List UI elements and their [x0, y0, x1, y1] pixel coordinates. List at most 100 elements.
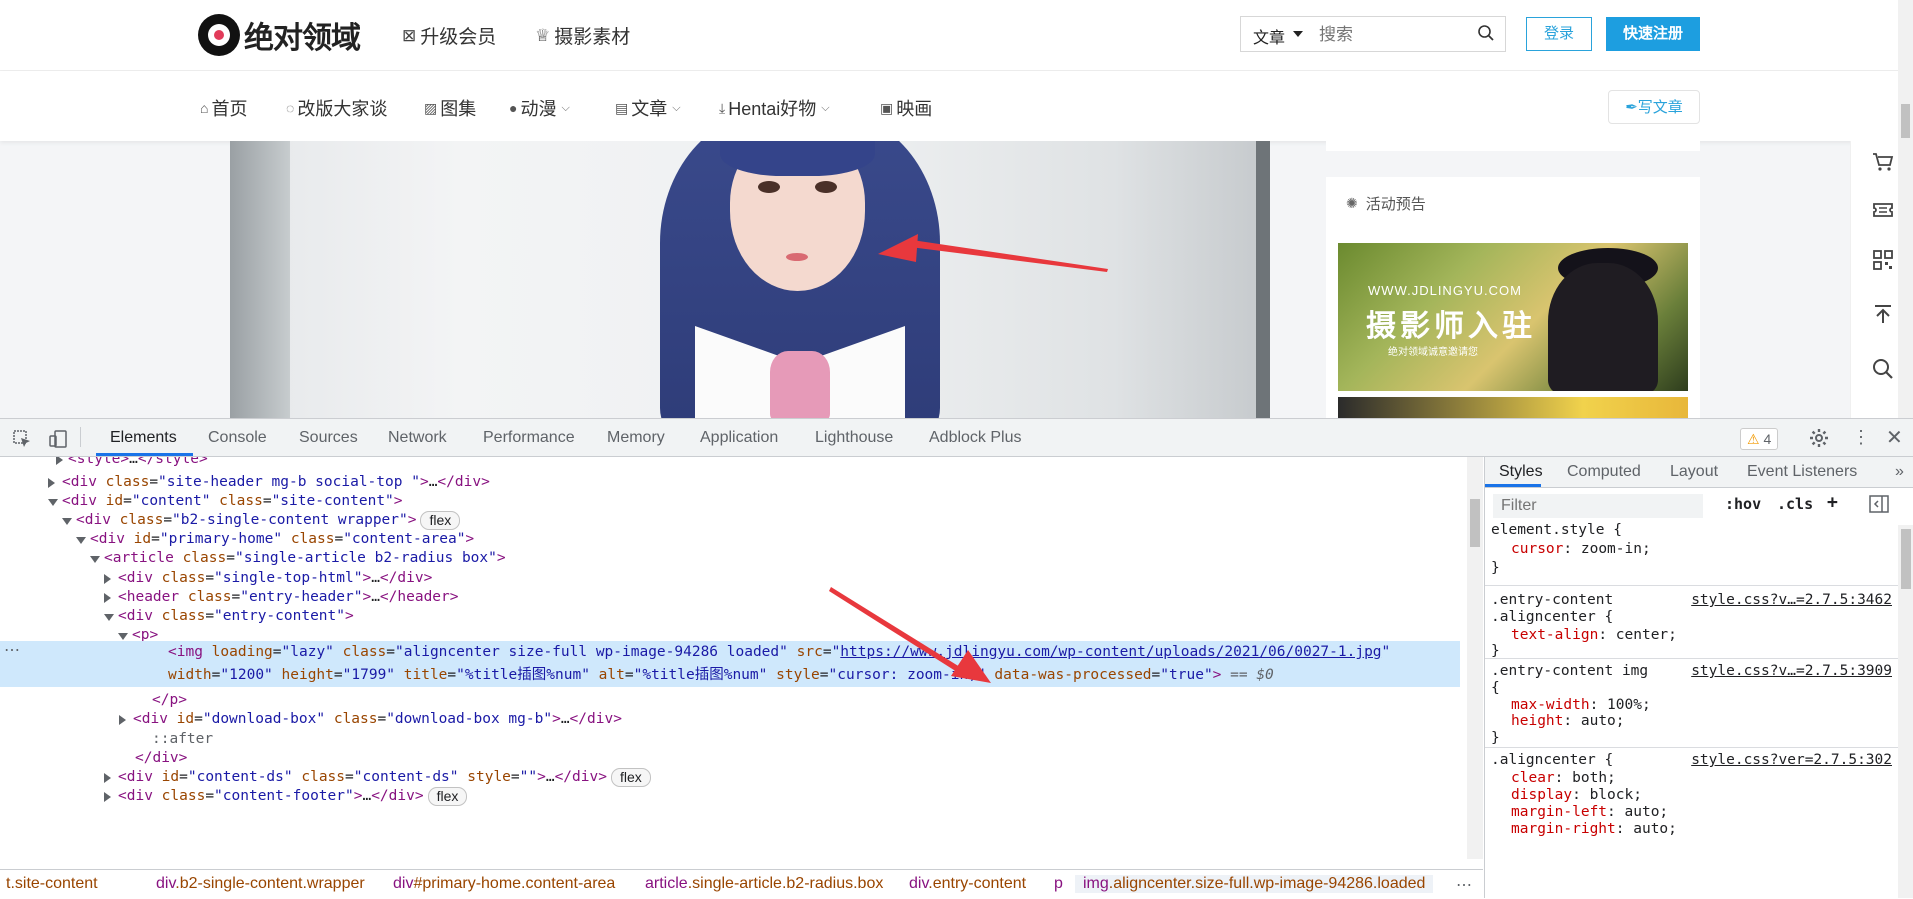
nav-item-hentai-goods[interactable]: ⤓ Hentai好物 ⌵	[719, 95, 830, 121]
search-input[interactable]	[1317, 22, 1471, 48]
style-rule-aligncenter[interactable]: .entry-content style.css?v…=2.7.5:3462 .…	[1485, 586, 1898, 659]
dom-node-style[interactable]: <style>…</style>	[0, 457, 1467, 471]
search-icon[interactable]	[1871, 357, 1895, 381]
cart-icon[interactable]	[1871, 150, 1895, 174]
dom-node[interactable]: <div class="content-footer">…</div> flex	[0, 785, 1460, 808]
expand-triangle-icon[interactable]	[104, 792, 111, 802]
tab-sources[interactable]: Sources	[299, 429, 358, 447]
dom-node-selected-img[interactable]: <img loading="lazy" class="aligncenter s…	[0, 641, 1460, 687]
expand-triangle-icon[interactable]	[104, 574, 111, 584]
tab-styles[interactable]: Styles	[1499, 463, 1543, 481]
nav-item-film[interactable]: ▣ 映画	[880, 95, 932, 121]
style-rule-element[interactable]: element.style { cursor: zoom-in; }	[1485, 517, 1898, 586]
more-options-icon[interactable]: ⋮	[1852, 427, 1870, 448]
tab-performance[interactable]: Performance	[483, 429, 575, 447]
expand-triangle-icon[interactable]	[48, 499, 58, 506]
photo-eye	[815, 181, 837, 193]
breadcrumb-item[interactable]: t.site-content	[6, 875, 98, 893]
rule-source-link[interactable]: style.css?v…=2.7.5:3909	[1691, 662, 1892, 681]
back-to-top-icon[interactable]	[1871, 302, 1895, 326]
style-rule-aligncenter-global[interactable]: .aligncenter { style.css?ver=2.7.5:302 c…	[1485, 748, 1898, 898]
tab-computed[interactable]: Computed	[1567, 463, 1641, 481]
breadcrumb-item[interactable]: div.entry-content	[909, 875, 1026, 893]
tab-console[interactable]: Console	[208, 429, 267, 447]
rule-selector: .aligncenter {	[1491, 752, 1614, 768]
expand-triangle-icon[interactable]	[119, 715, 126, 725]
photographer-promo-banner[interactable]: WWW.JDLINGYU.COM 摄影师入驻 绝对领域诚意邀请您	[1338, 243, 1688, 391]
tab-layout[interactable]: Layout	[1670, 463, 1718, 481]
tab-application[interactable]: Application	[700, 429, 778, 447]
breadcrumb-item-current[interactable]: img.aligncenter.size-full.wp-image-94286…	[1075, 875, 1434, 893]
nav-item-feedback[interactable]: ◌ 改版大家谈	[286, 95, 387, 121]
expand-triangle-icon[interactable]	[76, 537, 86, 544]
layout-badge[interactable]: flex	[610, 767, 651, 787]
qrcode-icon[interactable]	[1871, 248, 1895, 272]
page-scrollbar[interactable]	[1898, 0, 1913, 418]
chevron-down-icon[interactable]	[1293, 31, 1303, 37]
style-rule-img[interactable]: .entry-content img style.css?v…=2.7.5:39…	[1485, 659, 1898, 748]
nav-item-gallery[interactable]: ▨ 图集	[424, 95, 476, 121]
img-src-link[interactable]: https://www.jdlingyu.com/wp-content/uplo…	[840, 644, 1381, 660]
new-rule-button[interactable]: +	[1827, 492, 1838, 513]
expand-triangle-icon[interactable]	[104, 614, 114, 621]
toggle-sidebar-icon[interactable]	[1869, 495, 1889, 518]
rule-declaration[interactable]: text-align: center;	[1511, 626, 1677, 645]
ticket-icon[interactable]	[1871, 198, 1895, 222]
rule-source-link[interactable]: style.css?ver=2.7.5:302	[1691, 751, 1892, 770]
tab-elements[interactable]: Elements	[110, 429, 177, 447]
styles-scrollbar-thumb[interactable]	[1901, 529, 1911, 589]
styles-filter-input[interactable]	[1493, 494, 1703, 518]
elements-scrollbar-thumb[interactable]	[1470, 499, 1480, 547]
tab-network[interactable]: Network	[388, 429, 447, 447]
expand-triangle-icon[interactable]	[118, 633, 128, 640]
write-article-button[interactable]: ✒写文章	[1608, 90, 1700, 124]
rule-declaration[interactable]: margin-right: auto;	[1511, 820, 1677, 839]
close-icon[interactable]: ✕	[1886, 425, 1903, 450]
expand-triangle-icon[interactable]	[48, 478, 55, 488]
rule-declaration[interactable]: cursor: zoom-in;	[1511, 540, 1651, 559]
warnings-badge[interactable]: ⚠ 4	[1740, 428, 1779, 450]
film-icon: ▣	[880, 99, 894, 116]
hov-toggle[interactable]: :hov	[1725, 495, 1761, 513]
node-actions-ellipsis[interactable]: ⋯	[4, 640, 20, 660]
elements-tree[interactable]: <style>…</style> <div class="site-header…	[0, 457, 1467, 859]
tab-memory[interactable]: Memory	[607, 429, 665, 447]
expand-triangle-icon[interactable]	[104, 773, 111, 783]
nav-item-anime[interactable]: ● 动漫 ⌵	[509, 95, 570, 121]
elements-scrollbar[interactable]	[1467, 457, 1483, 859]
breadcrumb-item[interactable]: div.b2-single-content.wrapper	[156, 875, 365, 893]
breadcrumb-overflow-icon[interactable]: ⋯	[1456, 875, 1472, 895]
styles-scrollbar[interactable]	[1898, 525, 1913, 898]
article-image[interactable]	[230, 141, 1270, 418]
expand-triangle-icon[interactable]	[62, 518, 72, 525]
search-icon[interactable]	[1477, 24, 1495, 47]
breadcrumb-item[interactable]: div#primary-home.content-area	[393, 875, 615, 893]
layout-badge[interactable]: flex	[420, 510, 461, 530]
rule-source-link[interactable]: style.css?v…=2.7.5:3462	[1691, 591, 1892, 610]
tab-lighthouse[interactable]: Lighthouse	[815, 429, 893, 447]
more-tabs-icon[interactable]: »	[1895, 463, 1904, 481]
search-category-select[interactable]: 文章	[1253, 24, 1285, 48]
rule-declaration[interactable]: height: auto;	[1511, 712, 1625, 731]
expand-triangle-icon[interactable]	[56, 457, 63, 465]
layout-badge[interactable]: flex	[427, 786, 468, 806]
inspect-element-icon[interactable]	[12, 429, 32, 454]
expand-triangle-icon[interactable]	[104, 593, 111, 603]
register-button[interactable]: 快速注册	[1606, 17, 1700, 51]
nav-item-articles[interactable]: ▤ 文章 ⌵	[615, 95, 681, 121]
photo-material-link[interactable]: ♕ 摄影素材	[535, 22, 630, 49]
settings-gear-icon[interactable]	[1809, 428, 1829, 453]
tab-event-listeners[interactable]: Event Listeners	[1747, 463, 1857, 481]
breadcrumb-item[interactable]: p	[1054, 875, 1063, 893]
tab-adblock-plus[interactable]: Adblock Plus	[929, 429, 1022, 447]
breadcrumb-item[interactable]: article.single-article.b2-radius.box	[645, 875, 883, 893]
upgrade-vip-link[interactable]: ⊠ 升级会员	[402, 22, 496, 49]
second-promo-banner[interactable]	[1338, 397, 1688, 418]
page-scrollbar-thumb[interactable]	[1901, 104, 1910, 138]
login-button[interactable]: 登录	[1526, 17, 1592, 51]
cls-toggle[interactable]: .cls	[1777, 495, 1813, 513]
site-logo[interactable]: 绝对领域	[198, 13, 361, 57]
nav-item-home[interactable]: ⌂ 首页	[200, 95, 247, 121]
device-toolbar-icon[interactable]	[48, 429, 68, 454]
expand-triangle-icon[interactable]	[90, 556, 100, 563]
